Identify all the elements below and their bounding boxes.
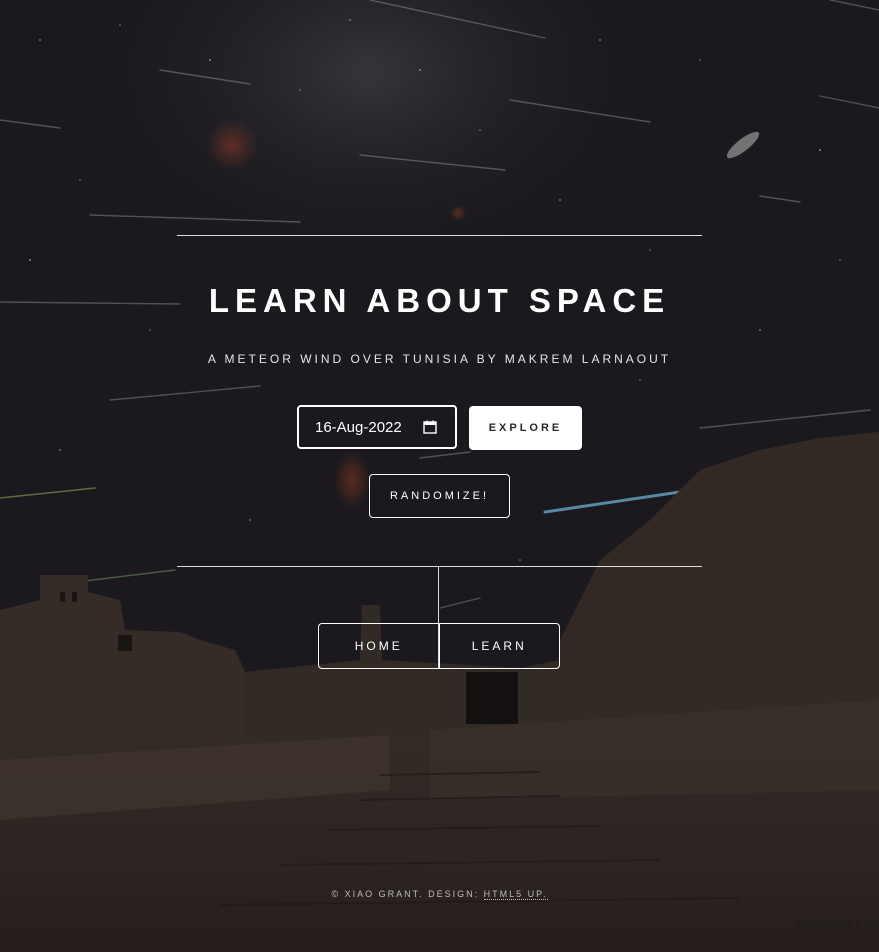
date-value: 16-Aug-2022 xyxy=(315,418,402,436)
date-input[interactable]: 16-Aug-2022 xyxy=(297,405,457,449)
photo-watermark: Makrem Lar xyxy=(794,916,879,933)
footer-design-link[interactable]: HTML5 UP. xyxy=(483,889,548,900)
footer: © Xiao Grant. Design: HTML5 UP. xyxy=(0,889,879,900)
page-title: Learn About Space xyxy=(208,282,671,319)
nav-item-home[interactable]: Home xyxy=(319,624,439,668)
header-divider-top xyxy=(177,235,702,236)
main-nav: Home Learn xyxy=(318,623,560,669)
footer-copyright: © Xiao Grant. Design: xyxy=(331,889,480,899)
explore-button[interactable]: Explore xyxy=(469,406,582,450)
page-subtitle: A Meteor Wind over Tunisia by Makrem Lar… xyxy=(207,352,672,366)
randomize-button[interactable]: Randomize! xyxy=(369,474,510,518)
calendar-icon[interactable] xyxy=(423,420,437,434)
header-divider-bottom xyxy=(177,566,702,567)
nav-item-learn[interactable]: Learn xyxy=(438,624,560,668)
